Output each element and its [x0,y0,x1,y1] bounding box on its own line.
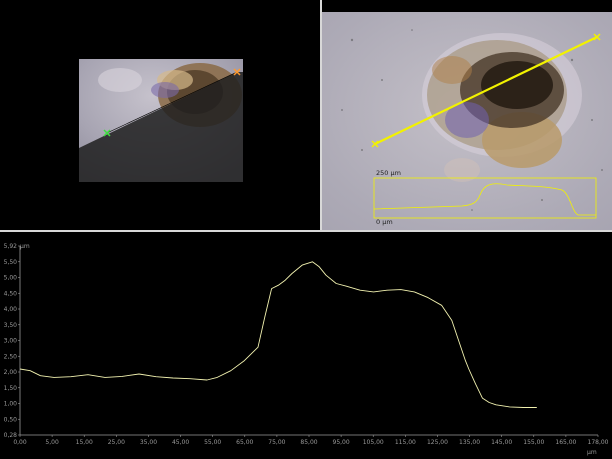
x-axis-ticks: 0,00 5,00 15,00 25,00 35,00 45,00 55,00 65,00 75… [13,435,609,446]
profile-chart[interactable]: 5,92 5,50 5,00 4,50 4,00 3,50 3,00 2,50 2,00 1,50… [0,232,612,459]
sample-thumbnail [79,59,243,182]
y-tick-label: 1,00 [4,401,18,408]
x-tick-label: 125,00 [427,439,448,446]
left-image-view [0,0,320,230]
x-tick-label: 178,00 [588,439,609,446]
series-group [19,261,537,408]
x-axis-unit: µm [587,449,597,456]
x-tick-label: 115,00 [395,439,416,446]
x-tick-label: 45,00 [172,439,189,446]
x-tick-label: 65,00 [236,439,253,446]
x-tick-label: 145,00 [491,439,512,446]
right-image-view: 250 µm 0 µm [322,0,612,230]
y-tick-label: 5,92 [4,243,18,250]
x-tick-label: 15,00 [76,439,93,446]
profile-chart-pane: 5,92 5,50 5,00 4,50 4,00 3,50 3,00 2,50 2,00 1,50… [0,232,612,459]
x-tick-label: 35,00 [140,439,157,446]
x-tick-label: 55,00 [204,439,221,446]
right-view-canvas: 250 µm 0 µm [322,12,612,230]
y-tick-label: 4,00 [4,306,18,313]
y-axis-ticks: 5,92 5,50 5,00 4,50 4,00 3,50 3,00 2,50 2,00 1,50… [4,243,20,439]
x-tick-label: 105,00 [363,439,384,446]
left-view-canvas [79,59,243,182]
y-tick-label: 3,00 [4,338,18,345]
y-tick-label: 1,50 [4,385,18,392]
scale-top-label: 250 µm [376,169,401,177]
x-tick-label: 5,00 [45,439,59,446]
y-tick-label: 0,28 [4,432,18,439]
y-tick-label: 2,50 [4,353,18,360]
y-tick-label: 4,50 [4,290,18,297]
y-tick-label: 5,50 [4,259,18,266]
y-axis-unit: µm [20,243,30,250]
y-tick-label: 0,50 [4,416,18,423]
y-tick-label: 2,00 [4,369,18,376]
x-tick-label: 135,00 [459,439,480,446]
y-tick-label: 5,00 [4,275,18,282]
x-tick-label: 155,00 [523,439,544,446]
x-tick-label: 165,00 [555,439,576,446]
scale-bottom-label: 0 µm [376,218,393,226]
x-tick-label: 0,00 [13,439,27,446]
profile-series-line [19,261,537,408]
x-tick-label: 25,00 [108,439,125,446]
x-tick-label: 75,00 [268,439,285,446]
x-tick-label: 95,00 [333,439,350,446]
x-tick-label: 85,00 [300,439,317,446]
y-tick-label: 3,50 [4,322,18,329]
